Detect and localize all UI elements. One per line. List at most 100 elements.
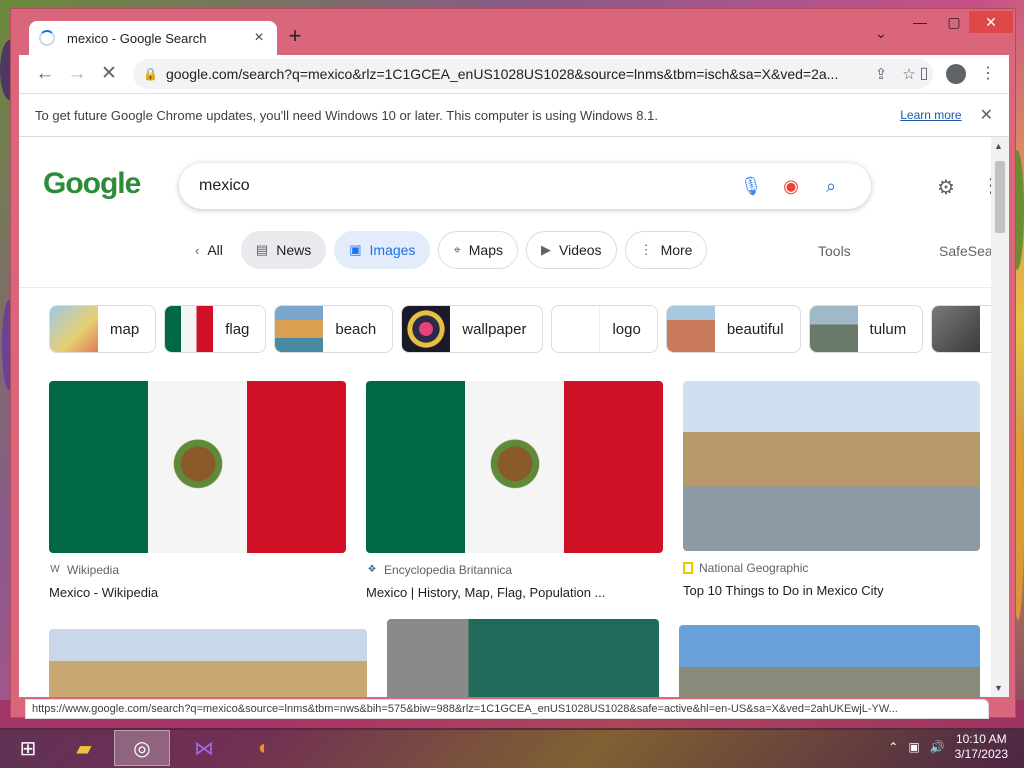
tab-search-chevron-icon[interactable]: ⌄ (875, 25, 887, 42)
britannica-icon: ❖ (367, 564, 377, 575)
tray-chevron-up-icon[interactable]: ⌃ (888, 740, 898, 754)
microphone-icon[interactable]: 🎙 (731, 176, 771, 197)
browser-toolbar: ← → ✕ 🔒 google.com/search?q=mexico&rlz=1… (19, 55, 1009, 93)
taskbar-clock[interactable]: 10:10 AM 3/17/2023 (955, 732, 1008, 762)
chip-thumbnail (666, 306, 715, 352)
video-play-icon: ▶ (541, 242, 551, 257)
chip-wallpaper[interactable]: wallpaper (401, 305, 544, 353)
tab-news[interactable]: ▤ News (240, 231, 327, 269)
image-icon: ▣ (349, 242, 362, 257)
eagle-emblem-icon (165, 435, 230, 499)
search-tabs: ‹ All ▤ News ▣ Images ⌖ Maps ▶ Videos ⋮ More (185, 231, 708, 269)
result-card[interactable]: ❖ Encyclopedia Britannica Mexico | Histor… (366, 381, 663, 600)
scroll-up-icon[interactable]: ▲ (994, 141, 1003, 151)
chip-thumbnail (809, 306, 858, 352)
result-image[interactable] (49, 629, 367, 697)
result-card[interactable]: National Geographic Top 10 Things to Do … (683, 381, 980, 598)
result-card[interactable] (679, 625, 980, 697)
search-input[interactable]: mexico (199, 177, 731, 195)
map-pin-icon: ⌖ (453, 242, 461, 257)
infobar-close-icon[interactable]: ✕ (980, 105, 993, 125)
result-title[interactable]: Mexico | History, Map, Flag, Population … (366, 585, 663, 600)
result-image[interactable] (679, 625, 980, 697)
result-title[interactable]: Top 10 Things to Do in Mexico City (683, 583, 980, 598)
chrome-window: mexico - Google Search × + ⌄ — ▢ ✕ ← → ✕… (10, 8, 1016, 719)
menu-kebab-icon[interactable]: ⋮ (973, 59, 1003, 89)
windows-start-icon[interactable]: ⊞ (0, 730, 56, 766)
scroll-down-icon[interactable]: ▼ (994, 683, 1003, 693)
result-source[interactable]: National Geographic (683, 561, 980, 575)
address-url[interactable]: google.com/search?q=mexico&rlz=1C1GCEA_e… (166, 66, 867, 82)
chip-tulum[interactable]: tulum (808, 305, 924, 353)
lock-icon: 🔒 (143, 67, 158, 81)
tab-videos[interactable]: ▶ Videos (526, 231, 617, 269)
chip-logo[interactable]: logo (551, 305, 658, 353)
result-source[interactable]: ❖ Encyclopedia Britannica (366, 563, 663, 577)
tab-more[interactable]: ⋮ More (624, 231, 708, 269)
back-arrow-icon[interactable]: ← (29, 58, 61, 90)
loading-spinner-icon (39, 30, 55, 46)
minimize-icon[interactable]: — (903, 11, 937, 33)
chip-beach[interactable]: beach (274, 305, 394, 353)
safesearch-button[interactable]: SafeSearch (939, 243, 991, 259)
news-icon: ▤ (255, 242, 269, 257)
lens-camera-icon[interactable]: ◉ (771, 176, 811, 197)
share-icon[interactable]: ⇪ (867, 65, 895, 83)
tools-button[interactable]: Tools (818, 243, 851, 259)
update-infobar: To get future Google Chrome updates, you… (19, 93, 1009, 137)
chip-map[interactable]: map (49, 305, 157, 353)
chip-thumbnail (50, 306, 98, 352)
result-image[interactable] (683, 381, 980, 551)
profile-avatar-icon[interactable] (946, 64, 966, 84)
stop-icon[interactable]: ✕ (93, 58, 125, 90)
volume-icon[interactable]: 🔊 (930, 740, 945, 754)
tab-maps[interactable]: ⌖ Maps (438, 231, 518, 269)
system-tray: ⌃ ▣ 🔊 10:10 AM 3/17/2023 (888, 732, 1008, 762)
window-close-icon[interactable]: ✕ (969, 11, 1013, 33)
search-icon[interactable]: ⌕ (811, 176, 851, 197)
result-image[interactable] (49, 381, 346, 553)
chip-thumbnail (932, 306, 981, 352)
natgeo-icon (683, 562, 693, 574)
chip-flag[interactable]: flag (164, 305, 267, 353)
forward-arrow-icon[interactable]: → (61, 58, 93, 90)
address-bar[interactable]: 🔒 google.com/search?q=mexico&rlz=1C1GCEA… (133, 59, 933, 89)
network-icon[interactable]: ▣ (908, 740, 919, 754)
more-dots-icon: ⋮ (639, 242, 653, 257)
tab-strip: mexico - Google Search × + ⌄ — ▢ ✕ (11, 9, 1015, 55)
firefox-icon[interactable]: ◐ (236, 730, 292, 766)
maximize-icon[interactable]: ▢ (937, 11, 971, 33)
new-tab-icon[interactable]: + (281, 23, 309, 51)
apps-grid-icon[interactable]: ⋮ (981, 173, 991, 198)
chip-thumbnail (402, 306, 451, 352)
visual-studio-icon[interactable]: ⋈ (176, 730, 232, 766)
result-image[interactable] (366, 381, 663, 553)
search-box[interactable]: mexico 🎙 ◉ ⌕ (179, 163, 871, 209)
result-source[interactable]: W Wikipedia (49, 563, 346, 577)
tab-images[interactable]: ▣ Images (334, 231, 431, 269)
chip-thumbnail (275, 306, 324, 352)
result-title[interactable]: Mexico - Wikipedia (49, 585, 346, 600)
result-image[interactable] (387, 619, 659, 697)
close-tab-icon[interactable]: × (251, 29, 267, 47)
settings-gear-icon[interactable]: ⚙ (937, 175, 955, 200)
page-scrollbar[interactable]: ▲ ▼ (991, 137, 1009, 697)
tab-all[interactable]: ‹ All (185, 231, 233, 269)
side-panel-icon[interactable]: ▯ (909, 59, 939, 89)
chevron-left-icon: ‹ (195, 242, 200, 258)
browser-tab[interactable]: mexico - Google Search × (29, 21, 277, 55)
result-card[interactable]: W Wikipedia Mexico - Wikipedia (49, 381, 346, 600)
chip-ear[interactable]: ear (931, 305, 991, 353)
result-card[interactable] (49, 629, 367, 697)
scrollbar-thumb[interactable] (995, 161, 1005, 233)
chip-beautiful[interactable]: beautiful (665, 305, 801, 353)
result-card[interactable] (387, 619, 659, 697)
chip-thumbnail (552, 306, 601, 352)
chip-thumbnail (165, 306, 214, 352)
infobar-message: To get future Google Chrome updates, you… (35, 107, 658, 123)
divider (19, 287, 991, 288)
learn-more-link[interactable]: Learn more (900, 108, 961, 122)
file-explorer-icon[interactable]: ▰ (56, 730, 112, 766)
google-logo[interactable]: Google (43, 167, 141, 201)
chrome-taskbar-icon[interactable]: ◎ (114, 730, 170, 766)
